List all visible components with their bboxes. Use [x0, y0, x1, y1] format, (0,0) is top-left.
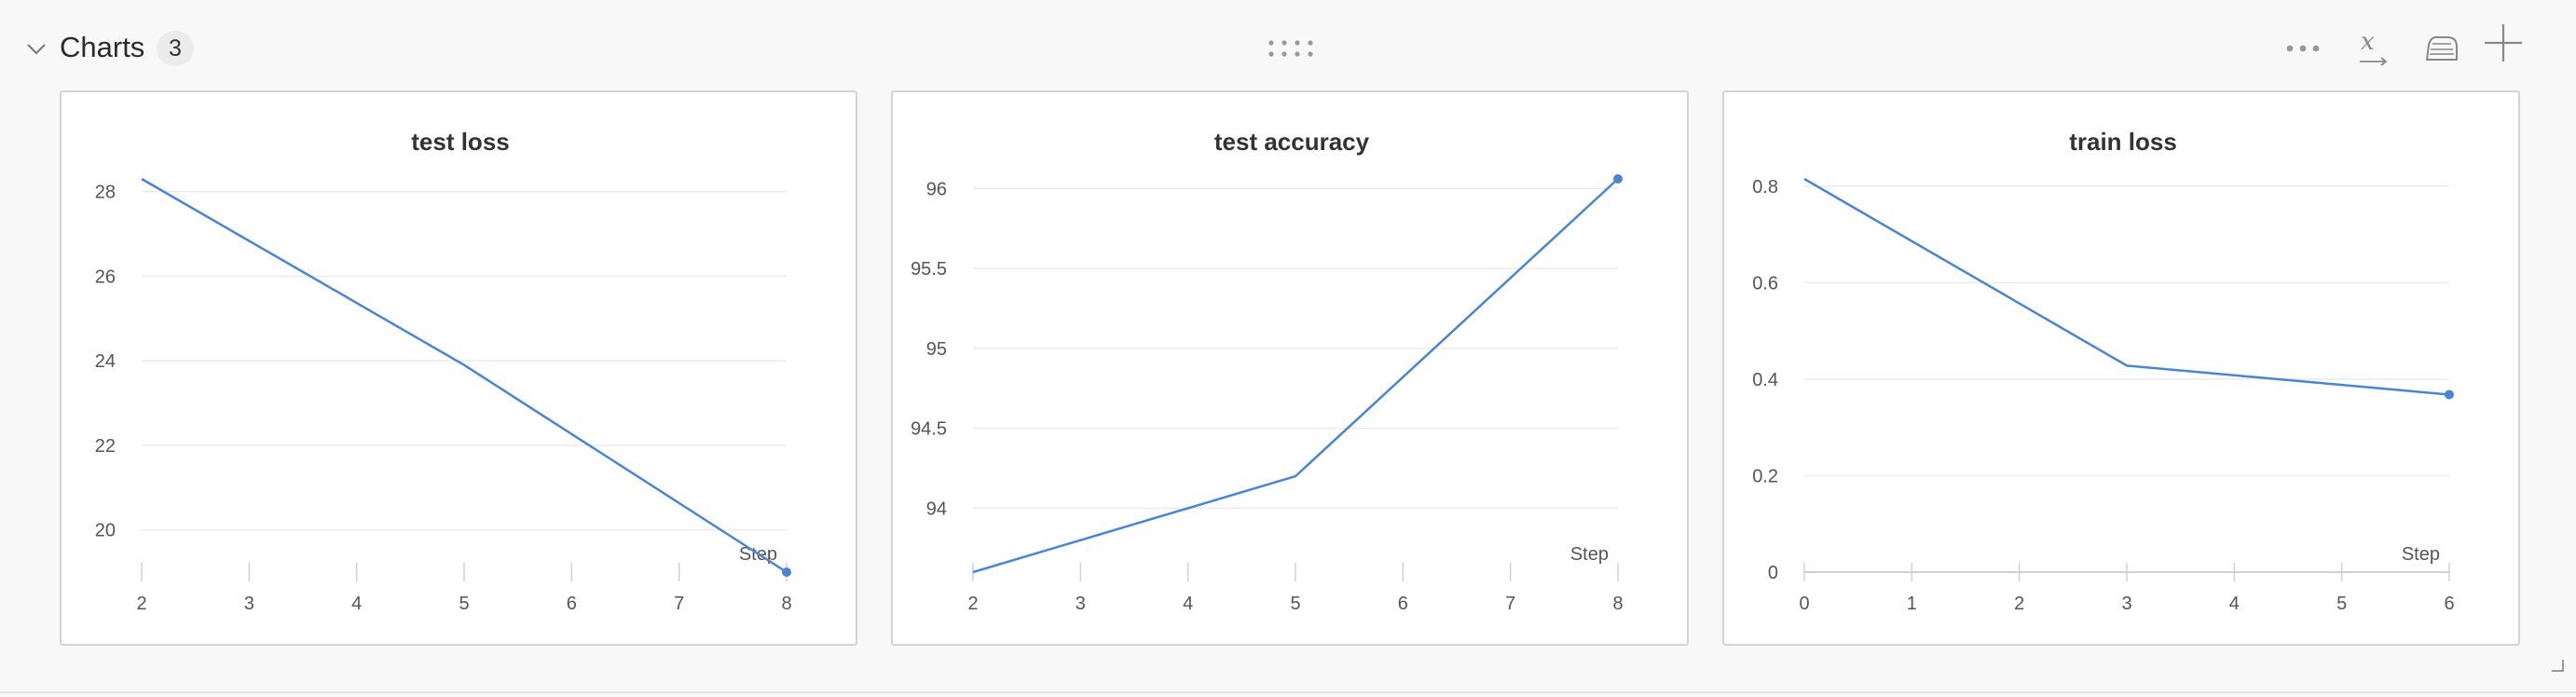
y-tick-label: 96 [926, 179, 947, 199]
chart-title: train loss [2069, 128, 2177, 156]
chart-title: test loss [411, 128, 510, 156]
chart-title: test accuracy [1214, 128, 1370, 156]
x-tick-label: 7 [1505, 594, 1515, 614]
series-end-point [782, 567, 791, 577]
x-tick-label: 2 [967, 594, 978, 614]
x-tick-label: 6 [567, 594, 577, 614]
more-options-icon[interactable] [2281, 26, 2325, 71]
y-tick-label: 24 [95, 351, 116, 372]
x-tick-label: 6 [1398, 594, 1408, 614]
series-end-point [2445, 390, 2454, 400]
x-tick-label: 5 [1290, 594, 1300, 614]
y-tick-label: 22 [95, 436, 116, 457]
x-tick-label: 7 [674, 594, 684, 614]
x-tick-label: 2 [2014, 594, 2024, 614]
x-tick-label: 5 [459, 594, 469, 614]
y-tick-label: 0.2 [1752, 466, 1778, 486]
x-tick-label: 1 [1907, 594, 1917, 614]
y-tick-label: 94.5 [911, 419, 947, 440]
y-tick-label: 0.8 [1752, 177, 1778, 198]
chart-panel-test-accuracy[interactable]: test accuracy 94 94.5 95 95.5 96 2 3 4 5 6 7 8 Step [891, 90, 1689, 646]
section-header: Charts 3 x [0, 0, 2576, 93]
panel-count-badge: 3 [157, 31, 194, 66]
x-tick-label: 3 [244, 594, 254, 614]
svg-text:x: x [2361, 28, 2375, 56]
x-tick-label: 4 [1183, 594, 1193, 614]
series-line [141, 177, 788, 574]
chart-svg-test-accuracy: test accuracy 94 94.5 95 95.5 96 2 3 4 5 6 7 8 Step [911, 128, 1624, 614]
x-tick-label: 2 [136, 594, 146, 614]
section-title[interactable]: Charts [60, 30, 144, 65]
y-tick-label: 0.6 [1752, 273, 1778, 294]
section-divider [0, 691, 2576, 693]
x-tick-label: 3 [1076, 594, 1086, 614]
series-line [1803, 177, 2450, 396]
series-end-point [1613, 174, 1623, 184]
smoothing-iron-icon[interactable] [2419, 26, 2464, 71]
x-tick-label: 3 [2121, 594, 2131, 614]
y-tick-label: 0.4 [1752, 370, 1778, 390]
y-tick-label: 94 [926, 499, 947, 519]
drag-handle-icon[interactable] [1266, 37, 1318, 60]
y-tick-label: 0 [1768, 563, 1778, 583]
series-line [972, 178, 1619, 574]
x-axis-title: Step [2402, 544, 2440, 565]
charts-section: Charts 3 x test loss 20 22 24 26 28 2 3 … [0, 0, 2576, 697]
x-tick-label: 6 [2444, 594, 2454, 614]
x-axis-settings-icon[interactable]: x [2350, 26, 2395, 71]
y-tick-label: 20 [95, 521, 116, 541]
x-tick-label: 5 [2336, 594, 2347, 614]
x-tick-label: 4 [351, 594, 362, 614]
x-tick-label: 8 [1612, 594, 1623, 614]
resize-handle-icon[interactable] [2550, 658, 2565, 673]
chart-panel-train-loss[interactable]: train loss 0 0.2 0.4 0.6 0.8 0 1 2 3 4 5 6 Step [1722, 90, 2520, 646]
chevron-down-icon[interactable] [24, 37, 48, 62]
x-tick-label: 8 [781, 594, 791, 614]
y-tick-label: 28 [95, 183, 116, 203]
x-tick-label: 0 [1799, 594, 1809, 614]
x-tick-label: 4 [2229, 594, 2240, 614]
y-tick-label: 95 [926, 339, 947, 360]
y-tick-label: 26 [95, 266, 116, 287]
x-axis-title: Step [1570, 544, 1609, 565]
y-tick-label: 95.5 [911, 259, 947, 280]
chart-svg-test-loss: test loss 20222426282 3 4 5 6 7 8Step [95, 128, 792, 614]
chart-svg-train-loss: train loss 0 0.2 0.4 0.6 0.8 0 1 2 3 4 5 6 Step [1752, 128, 2454, 614]
add-panel-icon[interactable] [2481, 20, 2526, 65]
chart-panel-test-loss[interactable]: test loss 20 22 24 26 28 2 3 4 5 6 7 8 Step [60, 90, 857, 646]
